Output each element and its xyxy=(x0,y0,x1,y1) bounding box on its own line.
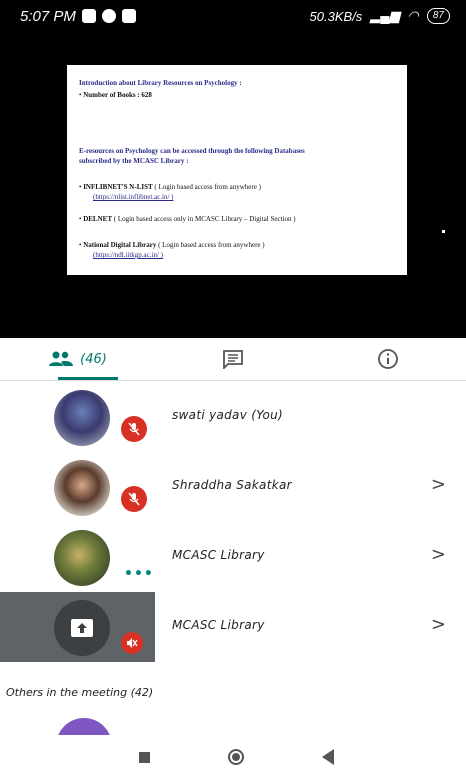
chevron-right-icon[interactable]: > xyxy=(431,614,446,635)
pointer-dot xyxy=(442,230,445,233)
slide-item-3-link: (https://ndl.iitkgp.ac.in/ ) xyxy=(93,251,163,259)
participant-row[interactable]: MCASC Library > xyxy=(0,592,466,662)
slide-item-1-link: (https://nlist.inflibnet.ac.in/ ) xyxy=(93,193,174,201)
status-right: 50.3KB/s ▂▄▆ ◠ 87 xyxy=(310,8,450,24)
slide-item-3: • National Digital Library ( Login based… xyxy=(79,241,265,249)
chevron-right-icon[interactable]: > xyxy=(431,474,446,495)
mic-off-icon xyxy=(121,632,143,654)
notification-icons xyxy=(82,9,136,23)
participant-row[interactable]: ••• MCASC Library > xyxy=(0,522,466,592)
present-screen-icon xyxy=(71,619,93,637)
status-bar: 5:07 PM 50.3KB/s ▂▄▆ ◠ 87 xyxy=(0,0,466,34)
participant-name: MCASC Library xyxy=(172,548,265,562)
slide-books: • Number of Books : 628 xyxy=(79,91,152,99)
signal-icon: ▂▄▆ xyxy=(370,8,400,23)
avatar xyxy=(54,390,110,446)
slide-item-1: • INFLIBNET'S N-LIST ( Login based acces… xyxy=(79,183,261,191)
chat-icon xyxy=(222,350,243,369)
avatar xyxy=(54,600,110,656)
participant-row[interactable]: swati yadav (You) xyxy=(0,382,466,452)
navigation-bar xyxy=(0,735,466,781)
mic-off-icon xyxy=(121,416,147,442)
presentation-slide: Introduction about Library Resources on … xyxy=(67,65,407,275)
tab-info[interactable] xyxy=(310,338,466,380)
people-count: (46) xyxy=(80,351,107,367)
slide-heading: Introduction about Library Resources on … xyxy=(79,79,242,87)
active-tab-indicator xyxy=(58,377,118,380)
gallery-notification-icon xyxy=(122,9,136,23)
meeting-panel: (46) swati yadav (You) Shraddha Sakatkar… xyxy=(0,338,466,735)
people-icon xyxy=(49,351,74,366)
info-icon xyxy=(378,349,398,369)
others-in-meeting-label: Others in the meeting (42) xyxy=(6,686,154,699)
status-time: 5:07 PM xyxy=(20,8,76,25)
meet-notification-icon xyxy=(82,9,96,23)
chevron-right-icon[interactable]: > xyxy=(431,544,446,565)
slide-eresources-line2: subscribed by the MCASC Library : xyxy=(79,157,189,165)
avatar xyxy=(54,530,110,586)
panel-tabs: (46) xyxy=(0,338,466,381)
tab-chat[interactable] xyxy=(155,338,310,380)
wifi-icon: ◠ xyxy=(407,8,419,23)
home-icon[interactable] xyxy=(228,749,244,765)
location-notification-icon xyxy=(102,9,116,23)
back-icon[interactable] xyxy=(322,749,334,765)
recent-apps-icon[interactable] xyxy=(139,752,150,763)
participant-name: Shraddha Sakatkar xyxy=(172,478,292,492)
slide-eresources-line1: E-resources on Psychology can be accesse… xyxy=(79,147,305,155)
participant-name: MCASC Library xyxy=(172,618,265,632)
speaking-dots-icon: ••• xyxy=(124,566,154,582)
network-speed: 50.3KB/s xyxy=(309,8,363,24)
slide-item-2: • DELNET ( Login based access only in MC… xyxy=(79,215,296,223)
avatar xyxy=(54,460,110,516)
participant-row[interactable]: Shraddha Sakatkar > xyxy=(0,452,466,522)
tab-people[interactable]: (46) xyxy=(0,338,155,380)
participant-name: swati yadav (You) xyxy=(172,408,284,422)
battery-icon: 87 xyxy=(426,8,450,24)
mic-off-icon xyxy=(121,486,147,512)
avatar xyxy=(56,718,112,735)
shared-screen-video[interactable]: Introduction about Library Resources on … xyxy=(0,34,466,338)
